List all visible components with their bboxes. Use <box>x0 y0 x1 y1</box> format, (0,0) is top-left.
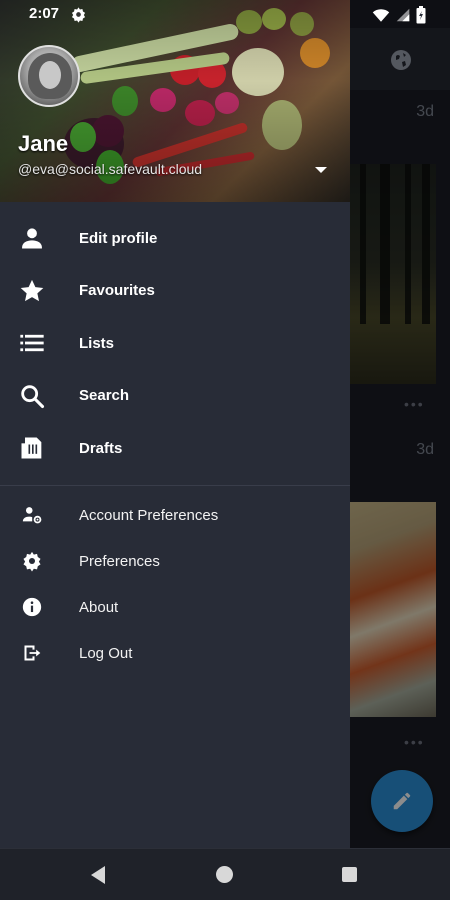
drawer-secondary-menu: Account Preferences Preferences About Lo… <box>0 492 350 676</box>
menu-item-label: Lists <box>79 334 115 352</box>
gear-icon <box>71 7 86 23</box>
navigation-drawer: Jane @eva@social.safevault.cloud Edit pr… <box>0 0 350 848</box>
recent-apps-icon[interactable] <box>342 867 357 882</box>
menu-item-search[interactable]: Search <box>0 370 350 423</box>
menu-item-label: Drafts <box>79 439 123 457</box>
drawer-header: Jane @eva@social.safevault.cloud <box>0 0 350 202</box>
menu-item-label: Account Preferences <box>79 506 219 524</box>
menu-item-label: Preferences <box>79 552 160 570</box>
menu-divider <box>0 485 350 486</box>
search-icon <box>18 382 46 410</box>
account-display-name: Jane <box>18 131 69 156</box>
menu-item-about[interactable]: About <box>0 584 350 630</box>
menu-item-drafts[interactable]: Drafts <box>0 422 350 475</box>
list-icon <box>18 329 46 357</box>
screen: 3d ••• 3d ••• Jane @eva@social.safevault… <box>0 0 450 900</box>
menu-item-label: Favourites <box>79 282 155 300</box>
menu-item-label: Search <box>79 387 130 405</box>
status-bar: 2:07 <box>0 0 450 28</box>
logout-icon <box>18 639 46 667</box>
chevron-down-icon[interactable] <box>312 163 330 177</box>
menu-item-edit-profile[interactable]: Edit profile <box>0 212 350 265</box>
menu-item-label: Edit profile <box>79 229 158 247</box>
drawer-primary-menu: Edit profile Favourites Lists Search Dra… <box>0 212 350 475</box>
person-icon <box>18 224 46 252</box>
system-navigation-bar <box>0 848 450 900</box>
menu-item-favourites[interactable]: Favourites <box>0 265 350 318</box>
menu-item-preferences[interactable]: Preferences <box>0 538 350 584</box>
info-icon <box>18 593 46 621</box>
menu-item-account-preferences[interactable]: Account Preferences <box>0 492 350 538</box>
menu-item-label: About <box>79 598 119 616</box>
home-icon[interactable] <box>216 866 233 883</box>
account-handle: @eva@social.safevault.cloud <box>18 161 203 177</box>
gear-icon <box>18 547 46 575</box>
status-time: 2:07 <box>29 5 60 22</box>
battery-icon <box>416 6 426 24</box>
menu-item-label: Log Out <box>79 644 133 662</box>
star-icon <box>18 277 46 305</box>
back-icon[interactable] <box>89 865 107 885</box>
signal-icon <box>396 8 410 22</box>
status-icons <box>372 6 426 24</box>
menu-item-lists[interactable]: Lists <box>0 317 350 370</box>
menu-item-log-out[interactable]: Log Out <box>0 630 350 676</box>
avatar[interactable] <box>18 45 80 107</box>
drafts-icon <box>18 434 46 462</box>
account-settings-icon <box>18 501 46 529</box>
wifi-icon <box>372 9 390 22</box>
